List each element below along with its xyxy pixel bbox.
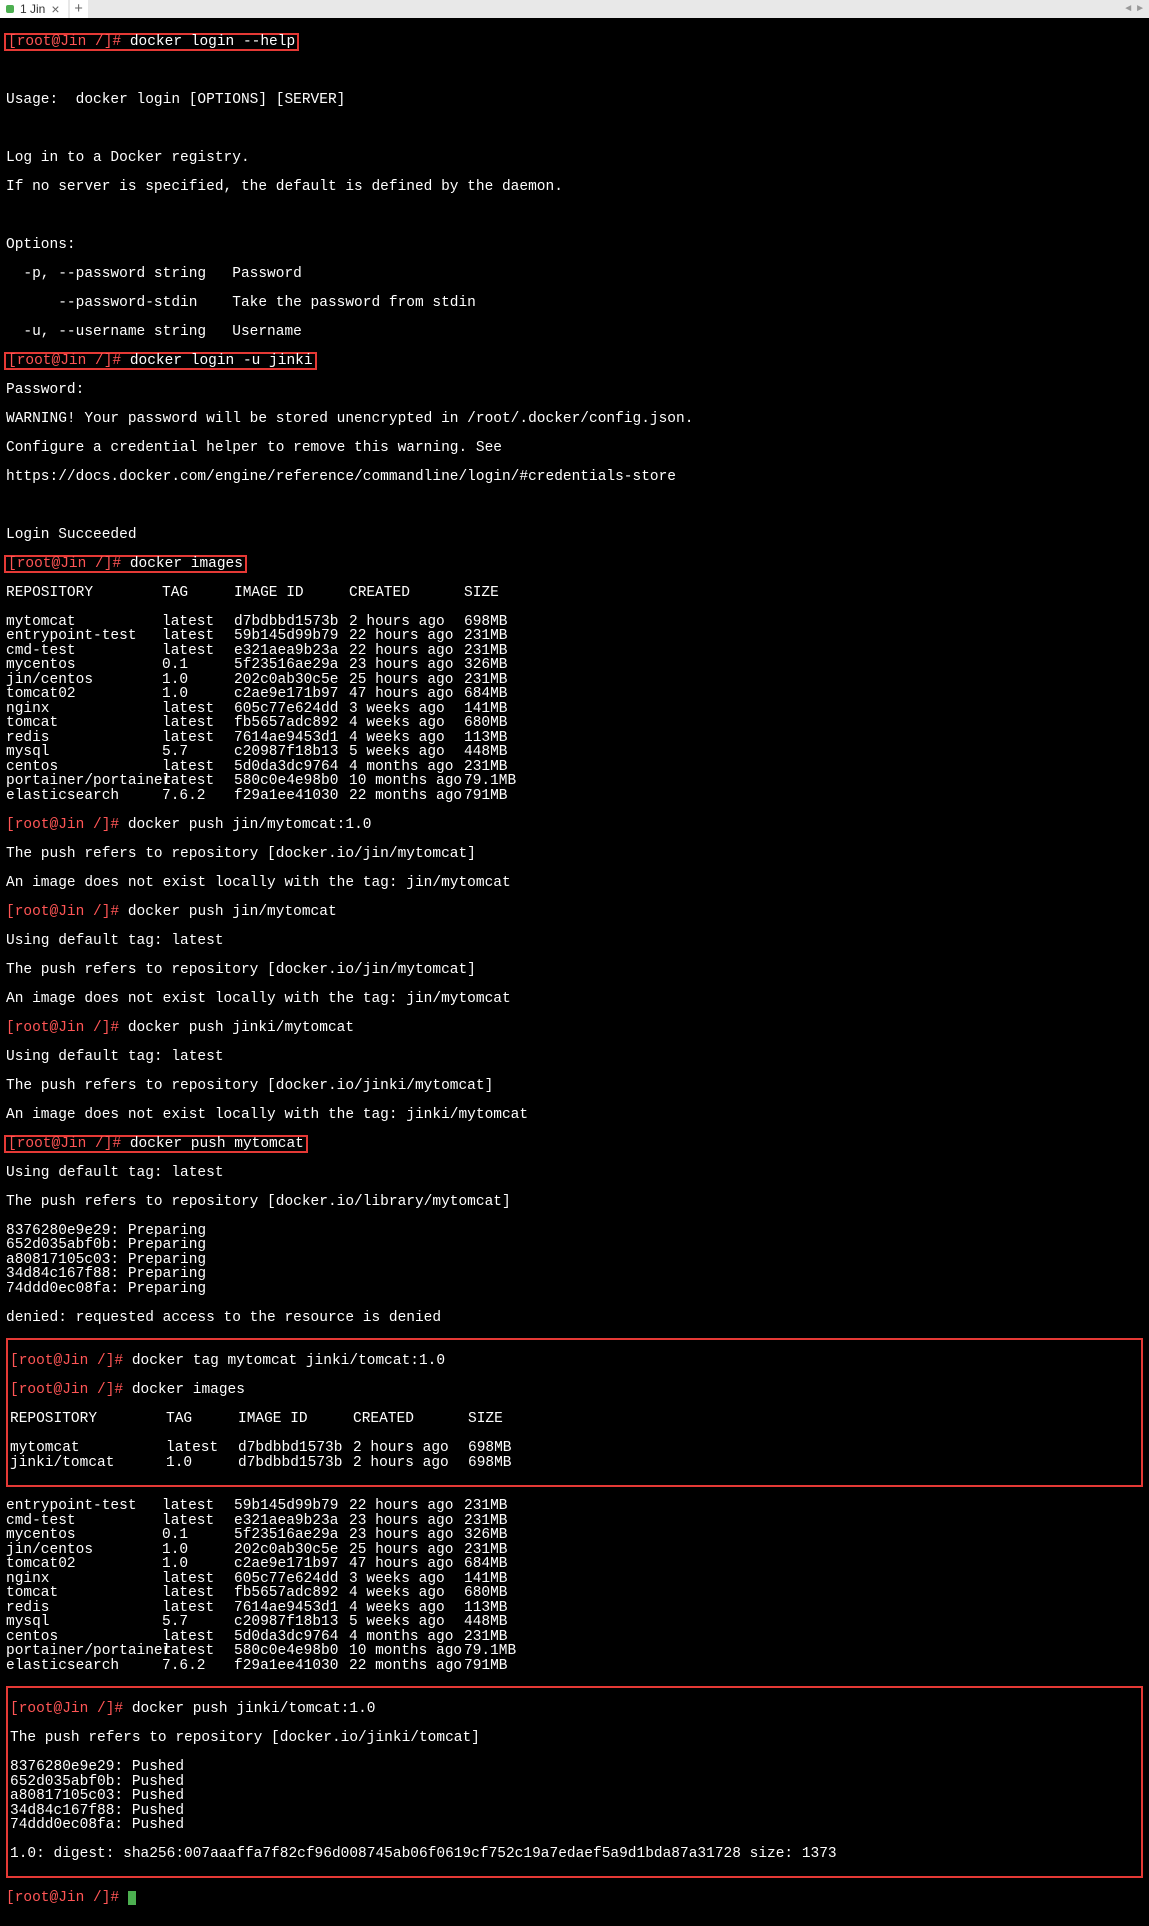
push-refers: The push refers to repository [docker.io… xyxy=(10,1731,1139,1746)
warning-line: WARNING! Your password will be stored un… xyxy=(6,412,1143,427)
new-tab-button[interactable]: + xyxy=(70,0,88,18)
cursor-icon xyxy=(128,1891,136,1905)
prompt: [root@Jin /]# xyxy=(10,1701,132,1717)
cmd-push: docker push jin/mytomcat:1.0 xyxy=(128,817,372,833)
prompt: [root@Jin /]# xyxy=(10,1353,132,1369)
tab-1[interactable]: 1 Jin × xyxy=(0,0,68,18)
layer-line: 8376280e9e29: Preparing xyxy=(6,1224,1143,1239)
desc-line: If no server is specified, the default i… xyxy=(6,180,1143,195)
prompt: [root@Jin /]# xyxy=(8,1136,130,1152)
layer-line: 74ddd0ec08fa: Preparing xyxy=(6,1282,1143,1297)
push-refers: The push refers to repository [docker.io… xyxy=(6,1079,1143,1094)
default-tag: Using default tag: latest xyxy=(6,934,1143,949)
table-row: nginxlatest605c77e624dd3 weeks ago141MB xyxy=(6,1572,1143,1587)
table-row: entrypoint-testlatest59b145d99b7922 hour… xyxy=(6,1499,1143,1514)
prompt: [root@Jin /]# xyxy=(6,1890,128,1906)
layer-line: 8376280e9e29: Pushed xyxy=(10,1760,1139,1775)
table-row: tomcat021.0c2ae9e171b9747 hours ago684MB xyxy=(6,1557,1143,1572)
usage-line: Usage: docker login [OPTIONS] [SERVER] xyxy=(6,93,1143,108)
option-line: --password-stdin Take the password from … xyxy=(6,296,1143,311)
table-row: portainer/portainerlatest580c0e4e98b010 … xyxy=(6,774,1143,789)
prompt: [root@Jin /]# xyxy=(8,34,130,50)
highlight-block: [root@Jin /]# docker tag mytomcat jinki/… xyxy=(6,1338,1143,1487)
push-error: An image does not exist locally with the… xyxy=(6,1108,1143,1123)
table-row: mycentos0.15f23516ae29a23 hours ago326MB xyxy=(6,658,1143,673)
table-row: redislatest7614ae9453d14 weeks ago113MB xyxy=(6,731,1143,746)
cmd-images: docker images xyxy=(132,1382,245,1398)
layer-line: 652d035abf0b: Preparing xyxy=(6,1238,1143,1253)
layer-line: 74ddd0ec08fa: Pushed xyxy=(10,1818,1139,1833)
password-label: Password: xyxy=(6,383,1143,398)
layer-line: a80817105c03: Pushed xyxy=(10,1789,1139,1804)
cmd-login: docker login -u jinki xyxy=(130,353,313,369)
table-row: tomcatlatestfb5657adc8924 weeks ago680MB xyxy=(6,716,1143,731)
prompt: [root@Jin /]# xyxy=(8,556,130,572)
table-row: centoslatest5d0da3dc97644 months ago231M… xyxy=(6,1630,1143,1645)
table-row: cmd-testlateste321aea9b23a23 hours ago23… xyxy=(6,1514,1143,1529)
option-line: -p, --password string Password xyxy=(6,267,1143,282)
push-refers: The push refers to repository [docker.io… xyxy=(6,847,1143,862)
table-row: elasticsearch7.6.2f29a1ee4103022 months … xyxy=(6,789,1143,804)
cmd-login-help: docker login --help xyxy=(130,34,295,50)
cmd-tag: docker tag mytomcat jinki/tomcat:1.0 xyxy=(132,1353,445,1369)
prompt: [root@Jin /]# xyxy=(6,1020,128,1036)
warning-line: https://docs.docker.com/engine/reference… xyxy=(6,470,1143,485)
table-row: jin/centos1.0202c0ab30c5e25 hours ago231… xyxy=(6,673,1143,688)
table-row: tomcat021.0c2ae9e171b9747 hours ago684MB xyxy=(6,687,1143,702)
default-tag: Using default tag: latest xyxy=(6,1166,1143,1181)
layer-line: 34d84c167f88: Pushed xyxy=(10,1804,1139,1819)
table-row: mytomcatlatestd7bdbbd1573b2 hours ago698… xyxy=(10,1441,1139,1456)
option-line: -u, --username string Username xyxy=(6,325,1143,340)
prompt: [root@Jin /]# xyxy=(6,817,128,833)
table-row: portainer/portainerlatest580c0e4e98b010 … xyxy=(6,1644,1143,1659)
table-header: REPOSITORYTAGIMAGE IDCREATEDSIZE xyxy=(6,586,1143,601)
push-error: An image does not exist locally with the… xyxy=(6,876,1143,891)
cmd-push: docker push mytomcat xyxy=(130,1136,304,1152)
prompt: [root@Jin /]# xyxy=(10,1382,132,1398)
cmd-images: docker images xyxy=(130,556,243,572)
push-refers: The push refers to repository [docker.io… xyxy=(6,963,1143,978)
table-row: tomcatlatestfb5657adc8924 weeks ago680MB xyxy=(6,1586,1143,1601)
table-row: mysql5.7c20987f18b135 weeks ago448MB xyxy=(6,745,1143,760)
table-row: mysql5.7c20987f18b135 weeks ago448MB xyxy=(6,1615,1143,1630)
layer-line: a80817105c03: Preparing xyxy=(6,1253,1143,1268)
table-row: redislatest7614ae9453d14 weeks ago113MB xyxy=(6,1601,1143,1616)
terminal-output[interactable]: [root@Jin /]# docker login --help Usage:… xyxy=(0,18,1149,1926)
layer-line: 652d035abf0b: Pushed xyxy=(10,1775,1139,1790)
cmd-push: docker push jin/mytomcat xyxy=(128,904,337,920)
arrow-left-icon[interactable]: ◄ xyxy=(1123,2,1133,17)
default-tag: Using default tag: latest xyxy=(6,1050,1143,1065)
table-row: elasticsearch7.6.2f29a1ee4103022 months … xyxy=(6,1659,1143,1674)
table-header: REPOSITORYTAGIMAGE IDCREATEDSIZE xyxy=(10,1412,1139,1427)
cmd-push: docker push jinki/mytomcat xyxy=(128,1020,354,1036)
highlight-block: [root@Jin /]# docker push jinki/tomcat:1… xyxy=(6,1686,1143,1879)
push-refers: The push refers to repository [docker.io… xyxy=(6,1195,1143,1210)
login-succeeded: Login Succeeded xyxy=(6,528,1143,543)
tab-bar: 1 Jin × + ◄ ► xyxy=(0,0,1149,18)
table-row: mycentos0.15f23516ae29a23 hours ago326MB xyxy=(6,1528,1143,1543)
options-header: Options: xyxy=(6,238,1143,253)
layer-line: 34d84c167f88: Preparing xyxy=(6,1267,1143,1282)
tab-label: 1 Jin xyxy=(20,2,45,17)
digest-line: 1.0: digest: sha256:007aaaffa7f82cf96d00… xyxy=(10,1847,1139,1862)
prompt: [root@Jin /]# xyxy=(6,904,128,920)
arrow-right-icon[interactable]: ► xyxy=(1135,2,1145,17)
cmd-push: docker push jinki/tomcat:1.0 xyxy=(132,1701,376,1717)
table-row: mytomcatlatestd7bdbbd1573b2 hours ago698… xyxy=(6,615,1143,630)
desc-line: Log in to a Docker registry. xyxy=(6,151,1143,166)
close-tab-icon[interactable]: × xyxy=(51,2,59,16)
table-row: cmd-testlateste321aea9b23a22 hours ago23… xyxy=(6,644,1143,659)
table-row: centoslatest5d0da3dc97644 months ago231M… xyxy=(6,760,1143,775)
denied-line: denied: requested access to the resource… xyxy=(6,1311,1143,1326)
push-error: An image does not exist locally with the… xyxy=(6,992,1143,1007)
table-row: nginxlatest605c77e624dd3 weeks ago141MB xyxy=(6,702,1143,717)
table-row: jinki/tomcat1.0d7bdbbd1573b2 hours ago69… xyxy=(10,1456,1139,1471)
prompt: [root@Jin /]# xyxy=(8,353,130,369)
table-row: jin/centos1.0202c0ab30c5e25 hours ago231… xyxy=(6,1543,1143,1558)
warning-line: Configure a credential helper to remove … xyxy=(6,441,1143,456)
status-dot-icon xyxy=(6,5,14,13)
plus-icon: + xyxy=(74,2,82,17)
tab-nav: ◄ ► xyxy=(1123,2,1145,17)
table-row: entrypoint-testlatest59b145d99b7922 hour… xyxy=(6,629,1143,644)
